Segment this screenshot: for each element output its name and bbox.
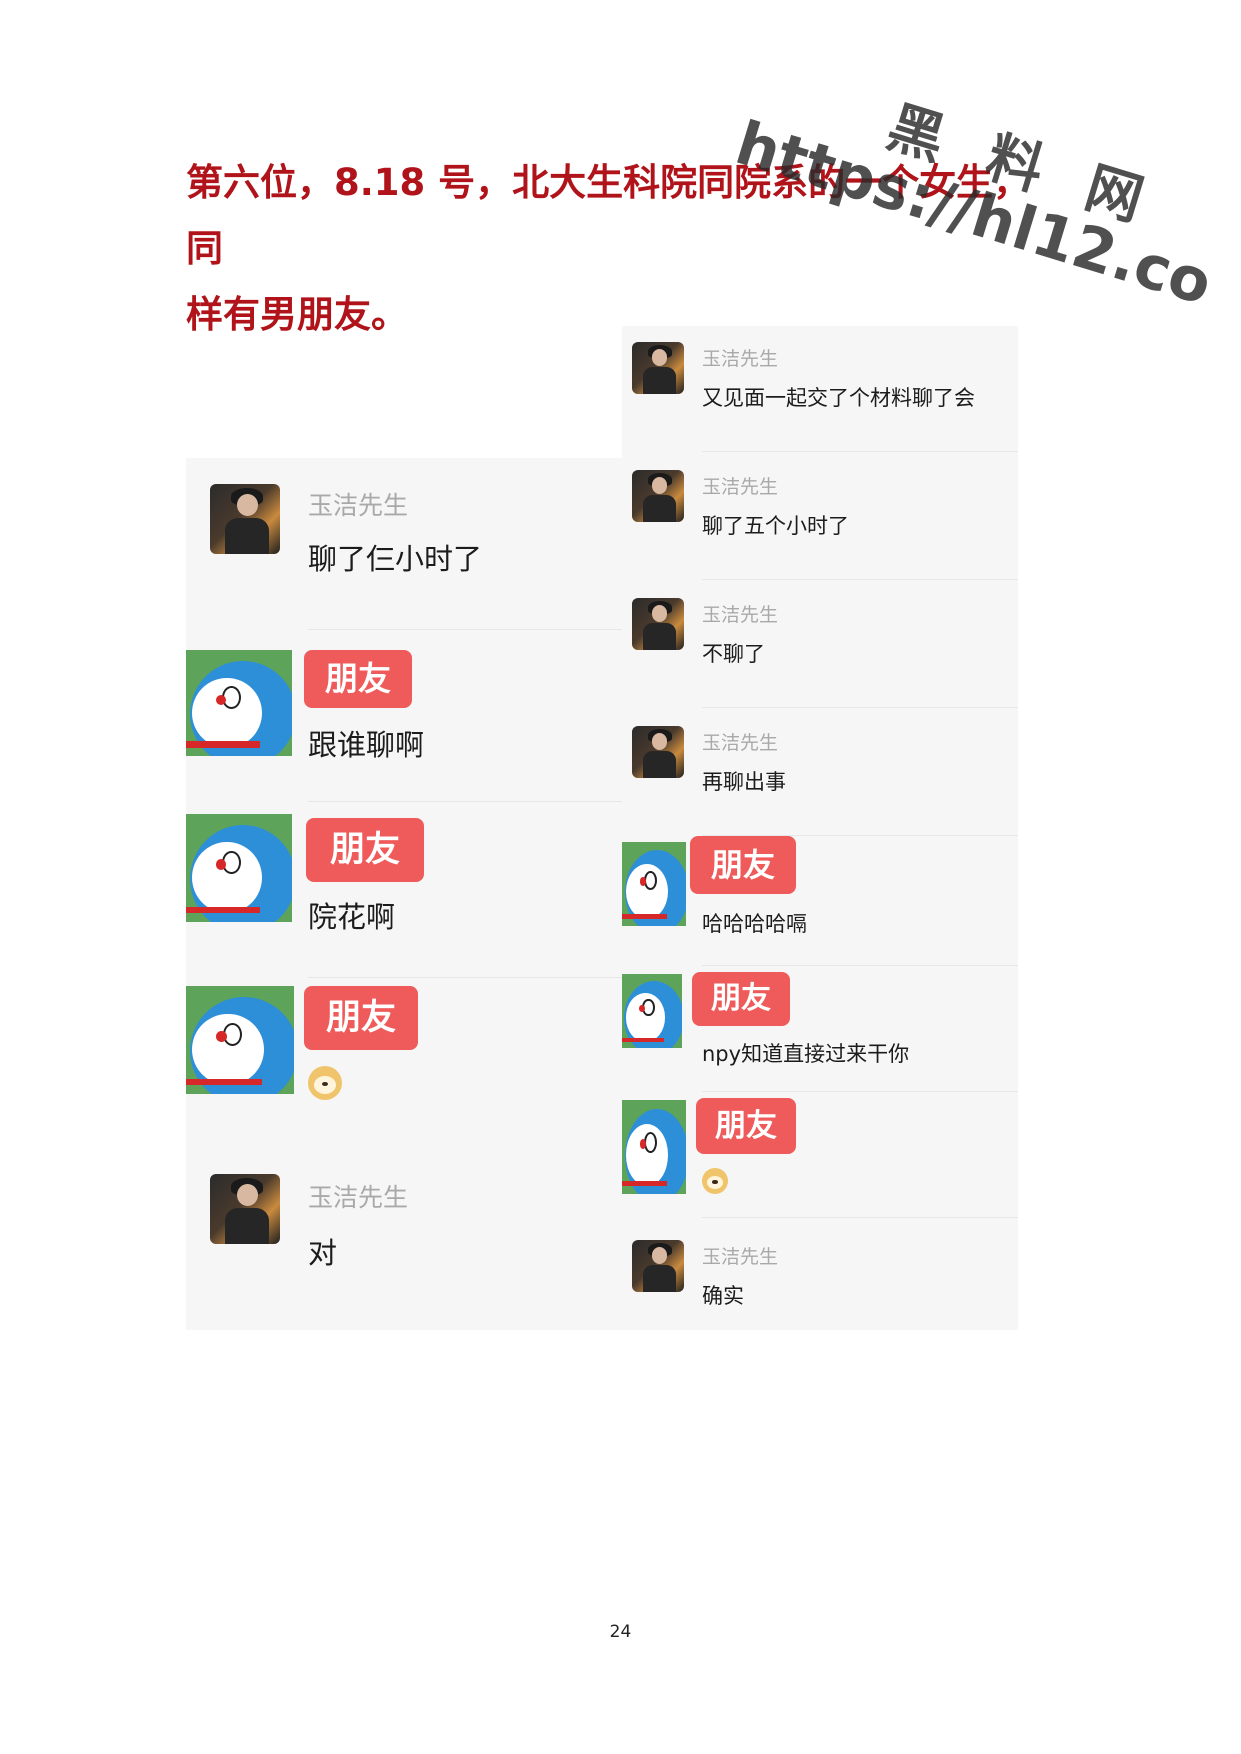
- chat-message: 玉洁先生 对: [186, 1150, 622, 1330]
- photo-avatar: [632, 598, 684, 650]
- message-text: 聊了仨小时了: [308, 542, 483, 576]
- sender-name: 玉洁先生: [308, 1183, 409, 1212]
- doraemon-avatar: [186, 986, 294, 1094]
- sender-badge: 朋友: [692, 972, 790, 1026]
- photo-avatar: [210, 1174, 280, 1244]
- sender-name: 玉洁先生: [702, 604, 779, 626]
- message-text: 再聊出事: [702, 770, 786, 794]
- photo-avatar: [632, 1240, 684, 1292]
- chat-message: 朋友: [622, 1092, 1018, 1218]
- photo-avatar: [210, 484, 280, 554]
- photo-avatar: [632, 726, 684, 778]
- chat-message: 玉洁先生 聊了仨小时了: [186, 458, 622, 630]
- message-text: npy知道直接过来干你: [702, 1042, 910, 1066]
- sender-badge: 朋友: [304, 650, 412, 708]
- sender-name: 玉洁先生: [702, 348, 779, 370]
- sender-name: 玉洁先生: [702, 1246, 779, 1268]
- photo-avatar: [632, 342, 684, 394]
- message-text: 聊了五个小时了: [702, 514, 849, 538]
- sender-name: 玉洁先生: [702, 732, 779, 754]
- message-text: 跟谁聊啊: [308, 728, 425, 762]
- message-text: 不聊了: [702, 642, 765, 666]
- sender-badge: 朋友: [696, 1098, 796, 1154]
- message-text: 对: [308, 1236, 338, 1270]
- chat-screenshot-right: 玉洁先生 又见面一起交了个材料聊了会 玉洁先生 聊了五个小时了 玉洁先生 不聊了…: [622, 326, 1018, 1330]
- chat-message: 朋友 哈哈哈哈嗝: [622, 836, 1018, 966]
- chat-message: 玉洁先生 又见面一起交了个材料聊了会: [622, 326, 1018, 452]
- doge-emoji: [308, 1066, 342, 1100]
- sender-badge: 朋友: [690, 836, 796, 894]
- sender-badge: 朋友: [304, 986, 418, 1050]
- sender-name: 玉洁先生: [702, 476, 779, 498]
- doraemon-avatar: [622, 974, 682, 1048]
- message-text: 哈哈哈哈嗝: [702, 912, 807, 936]
- chat-message: 朋友: [186, 978, 622, 1150]
- chat-message: 朋友 院花啊: [186, 802, 622, 978]
- page-number: 24: [609, 1622, 632, 1642]
- chat-message: 玉洁先生 聊了五个小时了: [622, 452, 1018, 580]
- chat-screenshot-left: 玉洁先生 聊了仨小时了 朋友 跟谁聊啊 朋友 院花啊 朋友 玉洁先生 对: [186, 458, 622, 1330]
- photo-avatar: [632, 470, 684, 522]
- message-text: 确实: [702, 1284, 744, 1308]
- sender-name: 玉洁先生: [308, 491, 409, 520]
- chat-message: 朋友 跟谁聊啊: [186, 630, 622, 802]
- doraemon-avatar: [186, 650, 292, 756]
- message-text: 又见面一起交了个材料聊了会: [702, 386, 975, 410]
- chat-message: 朋友 npy知道直接过来干你: [622, 966, 1018, 1092]
- chat-message: 玉洁先生 不聊了: [622, 580, 1018, 708]
- chat-message: 玉洁先生 确实: [622, 1218, 1018, 1330]
- doge-emoji: [702, 1168, 728, 1194]
- doraemon-avatar: [186, 814, 292, 922]
- message-text: 院花啊: [308, 900, 396, 934]
- chat-message: 玉洁先生 再聊出事: [622, 708, 1018, 836]
- doraemon-avatar: [622, 1100, 686, 1194]
- sender-badge: 朋友: [306, 818, 424, 882]
- doraemon-avatar: [622, 842, 686, 926]
